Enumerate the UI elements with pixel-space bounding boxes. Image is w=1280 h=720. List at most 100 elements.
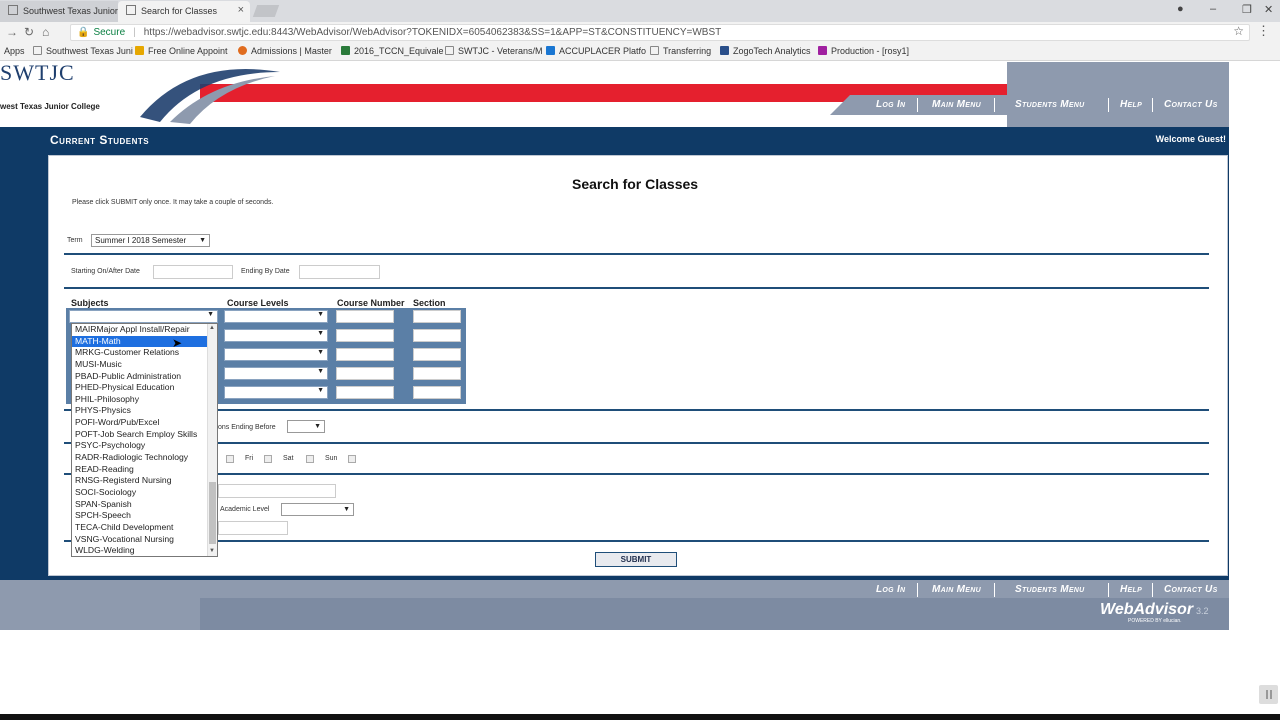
section-input[interactable]	[413, 329, 461, 342]
dropdown-option[interactable]: PHIL-Philosophy	[72, 394, 207, 406]
new-tab-button[interactable]	[252, 5, 280, 17]
submit-button[interactable]: SUBMIT	[595, 552, 677, 567]
version-label: 3.2	[1196, 606, 1209, 616]
url-text: https://webadvisor.swtjc.edu:8443/WebAdv…	[143, 27, 722, 38]
course-level-select[interactable]: ▼	[224, 348, 328, 361]
bookmark-item[interactable]: Southwest Texas Juni	[33, 46, 133, 56]
ending-before-select[interactable]: ▼	[287, 420, 325, 433]
dropdown-option[interactable]: SPCH-Speech	[72, 510, 207, 522]
course-number-input[interactable]	[336, 310, 394, 323]
profile-icon[interactable]: ●	[1177, 3, 1184, 15]
dropdown-option[interactable]: RNSG-Registerd Nursing	[72, 475, 207, 487]
day-checkbox[interactable]	[348, 455, 356, 463]
course-level-select[interactable]: ▼	[224, 367, 328, 380]
dropdown-option[interactable]: PHED-Physical Education	[72, 382, 207, 394]
bookmark-item[interactable]: Transferring	[650, 46, 711, 56]
dropdown-option[interactable]: MUSI-Music	[72, 359, 207, 371]
text-input[interactable]	[218, 484, 336, 498]
back-icon[interactable]: →	[6, 25, 18, 39]
close-tab-icon[interactable]: ×	[238, 4, 244, 16]
dropdown-option[interactable]: POFI-Word/Pub/Excel	[72, 417, 207, 429]
section-input[interactable]	[413, 310, 461, 323]
divider	[64, 287, 1209, 289]
restore-icon[interactable]: ❐	[1242, 3, 1252, 16]
dropdown-option[interactable]: SPAN-Spanish	[72, 499, 207, 511]
bookmark-item[interactable]: 2016_TCCN_Equivale	[341, 46, 444, 56]
bookmark-item[interactable]: Free Online Appoint	[135, 46, 228, 56]
bookmark-item[interactable]: Admissions | Master	[238, 46, 332, 56]
dropdown-option[interactable]: READ-Reading	[72, 464, 207, 476]
dropdown-option[interactable]: SOCI-Sociology	[72, 487, 207, 499]
bookmark-star-icon[interactable]: ☆	[1233, 24, 1244, 38]
minimize-icon[interactable]: –	[1210, 3, 1216, 15]
bookmark-item[interactable]: SWTJC - Veterans/M	[445, 46, 543, 56]
bookmark-apps[interactable]: Apps	[4, 46, 25, 56]
section-title: Current Students	[50, 133, 150, 147]
close-window-icon[interactable]: ✕	[1264, 3, 1273, 16]
chevron-down-icon: ▼	[317, 349, 324, 356]
reload-icon[interactable]: ↻	[24, 25, 34, 39]
dropdown-option[interactable]: WLDG-Welding	[72, 545, 207, 556]
scroll-down-icon[interactable]: ▼	[209, 548, 215, 554]
course-level-select[interactable]: ▼	[224, 329, 328, 342]
scrollbar-thumb[interactable]	[209, 482, 216, 544]
subject-select[interactable]: ▼	[69, 310, 218, 323]
dropdown-option[interactable]: PHYS-Physics	[72, 405, 207, 417]
nav-log-in[interactable]: Log In	[876, 99, 905, 110]
dropdown-option[interactable]: TECA-Child Development	[72, 522, 207, 534]
url-input[interactable]: 🔒 Secure | https://webadvisor.swtjc.edu:844…	[70, 24, 1250, 41]
term-select[interactable]: Summer I 2018 Semester ▼	[91, 234, 210, 247]
browser-tab-swtjc[interactable]: Southwest Texas Junior C	[0, 1, 118, 22]
pause-icon[interactable]	[1259, 685, 1278, 704]
bookmark-item[interactable]: ZogoTech Analytics	[720, 46, 811, 56]
bookmark-item[interactable]: Production - [rosy1]	[818, 46, 909, 56]
course-number-input[interactable]	[336, 386, 394, 399]
day-checkbox[interactable]	[306, 455, 314, 463]
dropdown-option[interactable]: POFT-Job Search Employ Skills	[72, 429, 207, 441]
dropdown-option[interactable]: PSYC-Psychology	[72, 440, 207, 452]
footer-contact-us[interactable]: Contact Us	[1164, 584, 1218, 595]
browser-tab-search[interactable]: Search for Classes ×	[118, 1, 250, 22]
dropdown-option[interactable]: RADR-Radiologic Technology	[72, 452, 207, 464]
course-number-input[interactable]	[336, 348, 394, 361]
nav-help[interactable]: Help	[1120, 99, 1142, 110]
day-checkbox[interactable]	[226, 455, 234, 463]
nav-main-menu[interactable]: Main Menu	[932, 99, 981, 110]
subject-dropdown-list[interactable]: MAIRMajor Appl Install/Repair MATH-Math MR…	[71, 323, 218, 557]
course-number-input[interactable]	[336, 367, 394, 380]
dropdown-option[interactable]: MATH-Math	[72, 335, 207, 348]
footer-log-in[interactable]: Log In	[876, 584, 905, 595]
dropdown-option[interactable]: MAIRMajor Appl Install/Repair	[72, 324, 207, 336]
dropdown-scrollbar[interactable]: ▲ ▼	[207, 324, 217, 556]
section-input[interactable]	[413, 367, 461, 380]
lock-icon: 🔒	[77, 27, 90, 38]
course-number-input[interactable]	[336, 329, 394, 342]
dropdown-option[interactable]: PBAD-Public Administration	[72, 371, 207, 383]
footer-main-menu[interactable]: Main Menu	[932, 584, 981, 595]
address-bar-row: → ↻ ⌂ 🔒 Secure | https://webadvisor.swtjc.e…	[0, 22, 1280, 43]
course-level-select[interactable]: ▼	[224, 386, 328, 399]
webadvisor-logo: WebAdvisor	[1100, 601, 1194, 618]
dropdown-option[interactable]: MRKG-Customer Relations	[72, 347, 207, 359]
home-icon[interactable]: ⌂	[42, 25, 49, 39]
browser-menu-icon[interactable]: ⋮	[1257, 23, 1270, 39]
nav-students-menu[interactable]: Students Menu	[1015, 99, 1085, 110]
day-checkbox[interactable]	[264, 455, 272, 463]
logo[interactable]: SWTJC	[0, 62, 75, 86]
section-input[interactable]	[413, 348, 461, 361]
start-date-input[interactable]	[153, 265, 233, 279]
footer-students-menu[interactable]: Students Menu	[1015, 584, 1085, 595]
section-input[interactable]	[413, 386, 461, 399]
academic-level-select[interactable]: ▼	[281, 503, 354, 516]
footer-help[interactable]: Help	[1120, 584, 1142, 595]
page-icon	[33, 46, 42, 55]
welcome-message: Welcome Guest!	[1155, 134, 1226, 144]
column-header-course-number: Course Number	[337, 298, 405, 308]
bookmark-item[interactable]: ACCUPLACER Platfo	[546, 46, 646, 56]
scroll-up-icon[interactable]: ▲	[209, 325, 215, 331]
dropdown-option[interactable]: VSNG-Vocational Nursing	[72, 534, 207, 546]
end-date-input[interactable]	[299, 265, 380, 279]
course-level-select[interactable]: ▼	[224, 310, 328, 323]
nav-contact-us[interactable]: Contact Us	[1164, 99, 1218, 110]
text-input[interactable]	[218, 521, 288, 535]
